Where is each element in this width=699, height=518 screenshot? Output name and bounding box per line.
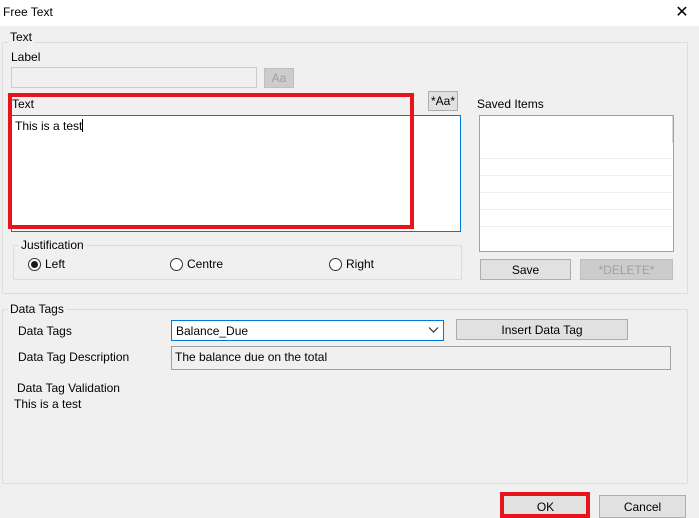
data-tags-label: Data Tags xyxy=(18,324,72,338)
data-tag-description-value: The balance due on the total xyxy=(175,350,328,364)
data-tag-combo[interactable]: Balance_Due xyxy=(171,320,444,341)
data-tag-validation-label: Data Tag Validation xyxy=(17,381,120,395)
insert-data-tag-button[interactable]: Insert Data Tag xyxy=(456,319,628,340)
delete-button[interactable]: *DELETE* xyxy=(580,259,673,280)
data-tag-description-label: Data Tag Description xyxy=(18,350,130,364)
radio-left-indicator xyxy=(28,257,41,271)
title-bar xyxy=(0,0,699,26)
text-group-legend: Text xyxy=(8,30,35,44)
saved-items-caption: Saved Items xyxy=(477,97,544,111)
radio-left[interactable]: Left xyxy=(28,257,65,271)
text-font-button[interactable]: *Aa* xyxy=(428,91,458,111)
label-caption: Label xyxy=(11,50,41,64)
highlight-ok-button xyxy=(500,492,590,518)
data-tag-description-field[interactable]: The balance due on the total xyxy=(171,346,671,370)
saved-items-list[interactable] xyxy=(479,115,674,252)
cancel-button[interactable]: Cancel xyxy=(599,495,686,518)
radio-right-label: Right xyxy=(346,257,375,271)
data-tag-validation-value: This is a test xyxy=(14,397,82,411)
save-button[interactable]: Save xyxy=(480,259,571,280)
label-input[interactable] xyxy=(11,67,257,88)
radio-centre-label: Centre xyxy=(187,257,224,271)
radio-centre-indicator xyxy=(170,257,183,271)
highlight-text-area xyxy=(8,93,414,229)
radio-left-label: Left xyxy=(45,257,66,271)
data-tag-selected: Balance_Due xyxy=(176,324,249,338)
window-title: Free Text xyxy=(3,5,53,19)
justification-legend: Justification xyxy=(19,238,86,252)
radio-right[interactable]: Right xyxy=(329,257,374,271)
data-tags-legend: Data Tags xyxy=(8,302,66,316)
chevron-down-icon[interactable] xyxy=(428,324,439,335)
radio-centre[interactable]: Centre xyxy=(170,257,223,271)
label-font-button[interactable]: Aa xyxy=(264,68,294,88)
radio-right-indicator xyxy=(329,257,342,271)
close-icon[interactable]: ✕ xyxy=(672,2,692,22)
